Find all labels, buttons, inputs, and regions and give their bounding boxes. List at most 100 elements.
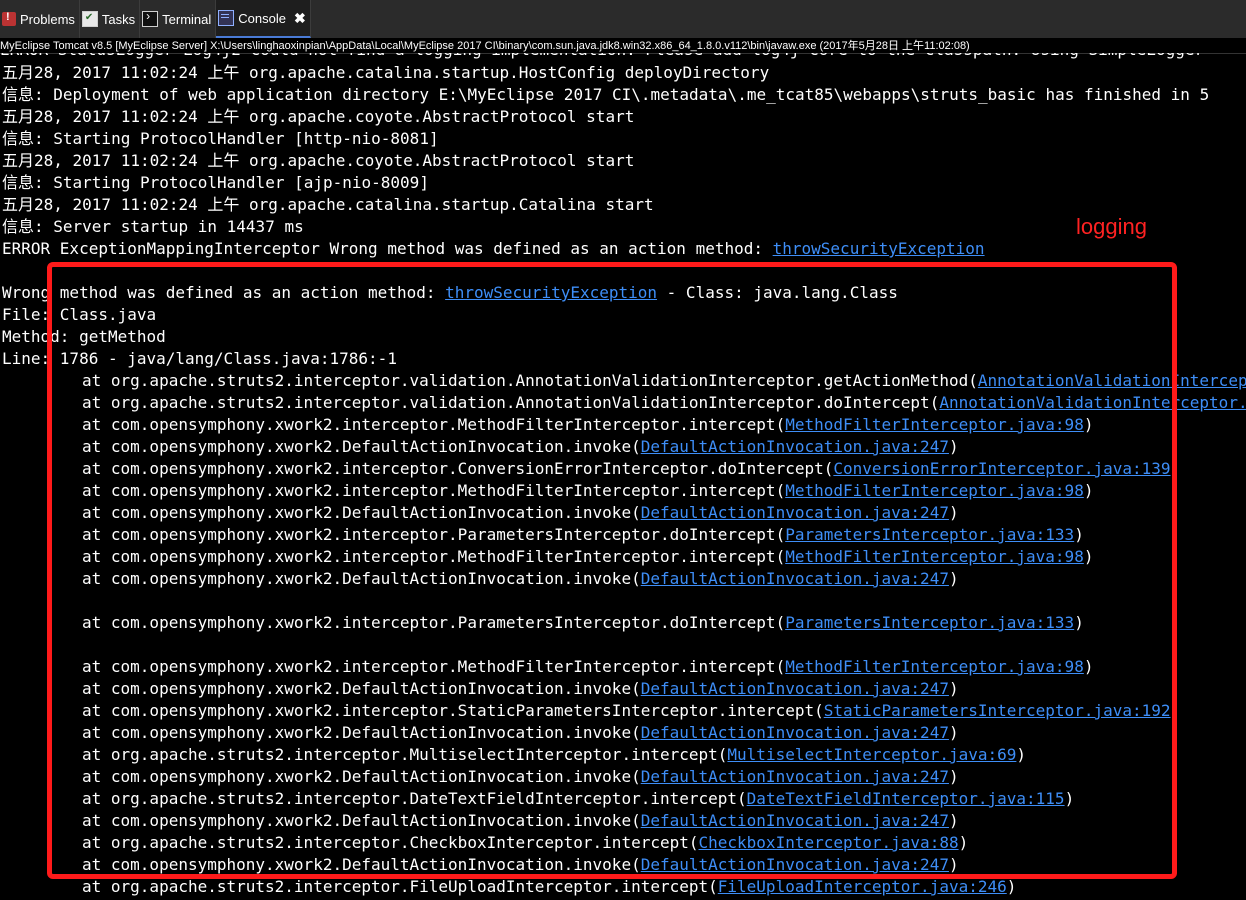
- console-process-label: MyEclipse Tomcat v8.5 [MyEclipse Server]…: [0, 39, 1246, 54]
- console-line-suffix: ): [1074, 613, 1084, 632]
- console-line-suffix: ): [948, 811, 959, 830]
- console-line-text: at com.opensymphony.xwork2.DefaultAction…: [82, 569, 641, 588]
- console-line-text: at org.apache.struts2.interceptor.FileUp…: [82, 877, 718, 896]
- console-line-text: at com.opensymphony.xwork2.interceptor.M…: [82, 657, 786, 676]
- console-line: at com.opensymphony.xwork2.interceptor.M…: [82, 656, 1093, 678]
- stacktrace-link[interactable]: MethodFilterInterceptor.java:98: [785, 657, 1084, 676]
- console-line-text: at org.apache.struts2.interceptor.DateTe…: [82, 789, 747, 808]
- console-line-suffix: ): [948, 437, 959, 456]
- stacktrace-link[interactable]: DateTextFieldInterceptor.java:115: [747, 789, 1065, 808]
- console-line: at com.opensymphony.xwork2.DefaultAction…: [82, 678, 959, 700]
- tab-label: Problems: [20, 11, 75, 27]
- console-line: 信息: Deployment of web application direct…: [2, 84, 1209, 106]
- console-line: 五月28, 2017 11:02:24 上午 org.apache.coyote…: [2, 106, 634, 128]
- stacktrace-link[interactable]: DefaultActionInvocation.java:247: [641, 723, 949, 742]
- stacktrace-link[interactable]: MethodFilterInterceptor.java:98: [785, 481, 1084, 500]
- console-line-text: at com.opensymphony.xwork2.DefaultAction…: [82, 723, 641, 742]
- console-line: at com.opensymphony.xwork2.interceptor.M…: [82, 414, 1093, 436]
- tab-console[interactable]: Console ✖: [216, 0, 311, 38]
- console-line: at com.opensymphony.xwork2.DefaultAction…: [82, 502, 959, 524]
- console-line-suffix: ): [1170, 459, 1181, 478]
- console-line-suffix: ): [1064, 789, 1075, 808]
- console-line: 五月28, 2017 11:02:24 上午 org.apache.catali…: [2, 194, 654, 216]
- stacktrace-link[interactable]: ParametersInterceptor.java:133: [785, 525, 1074, 544]
- stacktrace-link[interactable]: DefaultActionInvocation.java:247: [641, 855, 949, 874]
- tasks-icon: [81, 11, 98, 27]
- console-line-text: 信息: Starting ProtocolHandler [http-nio-8…: [2, 129, 439, 148]
- console-line: 信息: Starting ProtocolHandler [http-nio-8…: [2, 128, 439, 150]
- console-line-partial: ERROR StatusLogger Log4j2 could not find…: [0, 53, 1204, 61]
- console-line: 五月28, 2017 11:02:24 上午 org.apache.coyote…: [2, 150, 634, 172]
- console-line-suffix: ): [948, 569, 959, 588]
- console-line-text: 信息: Server startup in 14437 ms: [2, 217, 304, 236]
- stacktrace-link[interactable]: AnnotationValidationInterceptor.java:83: [978, 371, 1246, 390]
- console-line-text: at com.opensymphony.xwork2.interceptor.M…: [82, 415, 786, 434]
- console-line: 信息: Server startup in 14437 ms: [2, 216, 304, 238]
- console-line-text: at com.opensymphony.xwork2.DefaultAction…: [82, 811, 641, 830]
- stacktrace-link[interactable]: CheckboxInterceptor.java:88: [699, 833, 959, 852]
- console-line: at com.opensymphony.xwork2.DefaultAction…: [82, 436, 959, 458]
- console-line-suffix: ): [1083, 657, 1094, 676]
- view-tab-bar: Problems Tasks Terminal Console ✖: [0, 0, 1246, 38]
- console-line-text: ERROR ExceptionMappingInterceptor Wrong …: [2, 239, 773, 258]
- console-line-text: at com.opensymphony.xwork2.DefaultAction…: [82, 437, 641, 456]
- console-line-text: at com.opensymphony.xwork2.DefaultAction…: [82, 503, 641, 522]
- console-line-text: at com.opensymphony.xwork2.DefaultAction…: [82, 855, 641, 874]
- problems-icon: [2, 11, 16, 26]
- stacktrace-link[interactable]: DefaultActionInvocation.java:247: [641, 437, 949, 456]
- console-line-text: 五月28, 2017 11:02:24 上午 org.apache.catali…: [2, 195, 654, 214]
- console-line: at org.apache.struts2.interceptor.DateTe…: [82, 788, 1074, 810]
- console-line: 信息: Starting ProtocolHandler [ajp-nio-80…: [2, 172, 429, 194]
- tab-problems[interactable]: Problems: [0, 0, 80, 38]
- close-icon[interactable]: ✖: [294, 10, 306, 27]
- stacktrace-link[interactable]: AnnotationValidationInterceptor.java:55: [939, 393, 1246, 412]
- console-line-text: at com.opensymphony.xwork2.interceptor.S…: [82, 701, 824, 720]
- console-line: Line: 1786 - java/lang/Class.java:1786:-…: [2, 348, 397, 370]
- console-line-text: at org.apache.struts2.interceptor.valida…: [82, 393, 940, 412]
- console-line-suffix: ): [1083, 415, 1094, 434]
- console-line-text: at com.opensymphony.xwork2.DefaultAction…: [82, 679, 641, 698]
- stacktrace-link[interactable]: MultiselectInterceptor.java:69: [727, 745, 1016, 764]
- stacktrace-link[interactable]: FileUploadInterceptor.java:246: [718, 877, 1007, 896]
- console-line-text: Line: 1786 - java/lang/Class.java:1786:-…: [2, 349, 397, 368]
- console-line: Wrong method was defined as an action me…: [2, 282, 898, 304]
- stacktrace-link[interactable]: ConversionErrorInterceptor.java:139: [833, 459, 1170, 478]
- console-line: at com.opensymphony.xwork2.DefaultAction…: [82, 722, 959, 744]
- stacktrace-link[interactable]: DefaultActionInvocation.java:247: [641, 569, 949, 588]
- console-line: at org.apache.struts2.interceptor.FileUp…: [82, 876, 1016, 898]
- console-line-suffix: ): [958, 833, 969, 852]
- stacktrace-link[interactable]: DefaultActionInvocation.java:247: [641, 503, 949, 522]
- stacktrace-link[interactable]: ParametersInterceptor.java:133: [785, 613, 1074, 632]
- stacktrace-link[interactable]: MethodFilterInterceptor.java:98: [785, 415, 1084, 434]
- console-line-text: 信息: Starting ProtocolHandler [ajp-nio-80…: [2, 173, 429, 192]
- console-output[interactable]: ERROR StatusLogger Log4j2 could not find…: [0, 53, 1246, 900]
- console-line-text: 五月28, 2017 11:02:24 上午 org.apache.catali…: [2, 63, 770, 82]
- stacktrace-link[interactable]: DefaultActionInvocation.java:247: [641, 679, 949, 698]
- console-line: at com.opensymphony.xwork2.DefaultAction…: [82, 766, 959, 788]
- console-line: at com.opensymphony.xwork2.interceptor.C…: [82, 458, 1180, 480]
- console-line: at com.opensymphony.xwork2.interceptor.M…: [82, 546, 1093, 568]
- console-line-text: 五月28, 2017 11:02:24 上午 org.apache.coyote…: [2, 151, 635, 170]
- console-line-suffix: ): [1083, 547, 1094, 566]
- console-line-text: 五月28, 2017 11:02:24 上午 org.apache.coyote…: [2, 107, 635, 126]
- console-line-text: at com.opensymphony.xwork2.interceptor.P…: [82, 613, 786, 632]
- stacktrace-link[interactable]: throwSecurityException: [445, 283, 657, 302]
- tab-terminal[interactable]: Terminal: [140, 0, 217, 38]
- console-line: at org.apache.struts2.interceptor.valida…: [82, 392, 1246, 414]
- console-line-text: Wrong method was defined as an action me…: [2, 283, 446, 302]
- console-line-text: at org.apache.struts2.interceptor.Checkb…: [82, 833, 699, 852]
- console-line: File: Class.java: [2, 304, 156, 326]
- stacktrace-link[interactable]: throwSecurityException: [773, 239, 985, 258]
- tab-label: Terminal: [162, 11, 212, 27]
- tab-tasks[interactable]: Tasks: [80, 0, 141, 38]
- stacktrace-link[interactable]: DefaultActionInvocation.java:247: [641, 767, 949, 786]
- console-line: at com.opensymphony.xwork2.interceptor.P…: [82, 612, 1084, 634]
- console-line-suffix: ): [1006, 877, 1017, 896]
- stacktrace-link[interactable]: MethodFilterInterceptor.java:98: [785, 547, 1084, 566]
- console-line-text: File: Class.java: [2, 305, 157, 324]
- console-line-suffix: ): [1170, 701, 1181, 720]
- stacktrace-link[interactable]: StaticParametersInterceptor.java:192: [824, 701, 1171, 720]
- console-line: at org.apache.struts2.interceptor.Multis…: [82, 744, 1026, 766]
- console-line-text: at com.opensymphony.xwork2.interceptor.M…: [82, 547, 786, 566]
- stacktrace-link[interactable]: DefaultActionInvocation.java:247: [641, 811, 949, 830]
